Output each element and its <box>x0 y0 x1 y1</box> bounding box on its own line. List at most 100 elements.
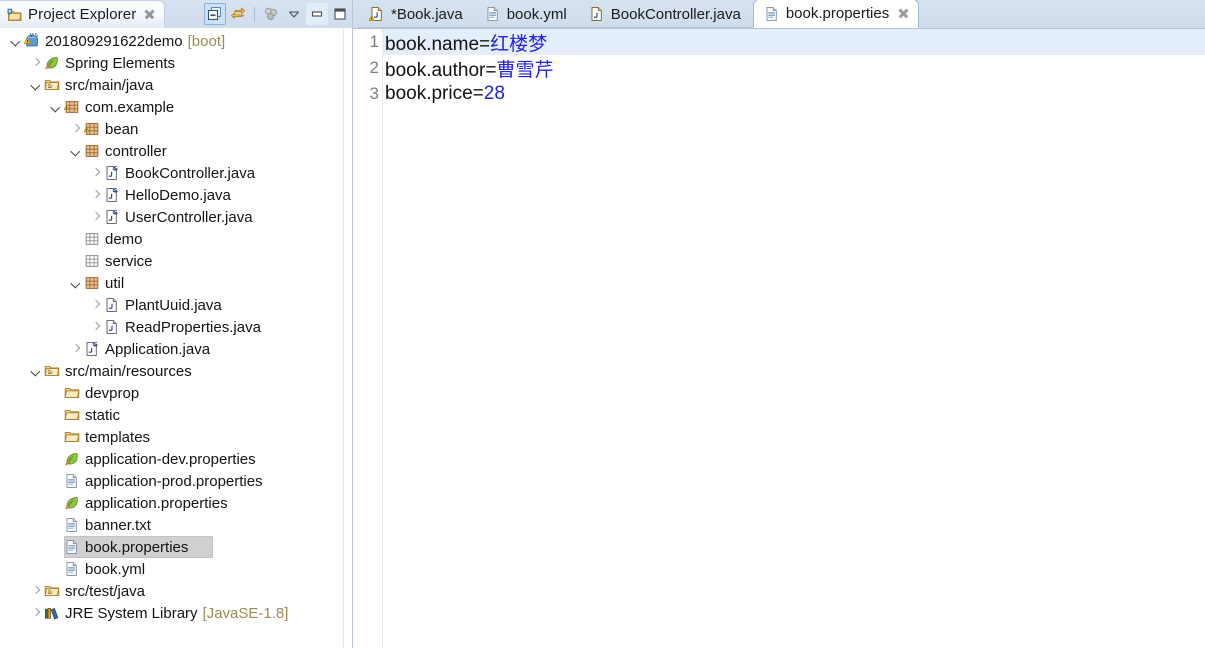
link-with-editor-button[interactable] <box>227 3 249 25</box>
tree-item[interactable]: devprop <box>0 382 353 404</box>
project-tree[interactable]: M S 201809291622demo [boot] Spring Elements s… <box>0 28 353 648</box>
source-folder-icon <box>44 363 60 379</box>
chevron-right-icon[interactable] <box>88 162 104 184</box>
chevron-right-icon[interactable] <box>68 338 84 360</box>
svg-text:S: S <box>35 33 39 39</box>
file-icon <box>64 473 80 489</box>
editor-tab[interactable]: book.yml <box>474 1 579 28</box>
line-number: 2 <box>369 58 379 77</box>
tree-item[interactable]: S BookController.java <box>0 162 353 184</box>
tree-item-label: book.properties <box>85 538 189 556</box>
java-class-spring-icon: S <box>104 209 120 225</box>
code-line[interactable]: 1 book.name=红楼梦 <box>353 29 1205 55</box>
tree-item[interactable]: src/main/java <box>0 74 353 96</box>
tree-item[interactable]: banner.txt <box>0 514 353 536</box>
minimize-view-button[interactable] <box>306 3 328 25</box>
spring-boot-project-icon: MS <box>24 33 40 49</box>
tree-item[interactable]: static <box>0 404 353 426</box>
tree-item-label: templates <box>85 428 151 446</box>
chevron-right-icon[interactable] <box>88 184 104 206</box>
tree-item[interactable]: demo <box>0 228 353 250</box>
tree-item[interactable]: application-dev.properties <box>0 448 353 470</box>
chevron-right-icon[interactable] <box>28 602 44 624</box>
tree-item[interactable]: book.properties <box>0 536 353 558</box>
gutter-separator <box>382 29 383 648</box>
chevron-down-icon[interactable] <box>28 74 44 96</box>
tree-item[interactable]: S Application.java <box>0 338 353 360</box>
tree-item[interactable]: controller <box>0 140 353 162</box>
tree-item[interactable]: bean <box>0 118 353 140</box>
file-icon <box>485 6 501 22</box>
eclipse-workbench: Project Explorer M S 201809291622demo [b… <box>0 0 1205 648</box>
java-class-icon <box>104 297 120 313</box>
view-menu-button[interactable] <box>260 3 282 25</box>
view-dropdown-button[interactable] <box>283 3 305 25</box>
tree-item[interactable]: JRE System Library [JavaSE-1.8] <box>0 602 353 624</box>
code-lines[interactable]: 1 book.name=红楼梦 2 book.author=曹雪芹 3 book.pric… <box>353 29 1205 107</box>
tree-item[interactable]: PlantUuid.java <box>0 294 353 316</box>
tree-item[interactable]: com.example <box>0 96 353 118</box>
tree-item-label: UserController.java <box>125 208 253 226</box>
editor-tabbar: *Book.java book.yml BookController.java boo… <box>353 0 1205 29</box>
chevron-right-icon[interactable] <box>88 206 104 228</box>
chevron-down-icon[interactable] <box>28 360 44 382</box>
tree-arrow-spacer <box>48 404 64 426</box>
tree-item-label: JRE System Library <box>65 604 198 622</box>
tree-arrow-spacer <box>48 536 64 558</box>
tree-item[interactable]: templates <box>0 426 353 448</box>
chevron-right-icon[interactable] <box>88 294 104 316</box>
tree-item-label: Spring Elements <box>65 54 176 72</box>
tree-arrow-spacer <box>68 228 84 250</box>
folder-icon <box>64 385 80 401</box>
editor-tab-label: BookController.java <box>610 5 741 23</box>
project-explorer-tabbar: Project Explorer <box>0 0 353 28</box>
tree-arrow-spacer <box>48 382 64 404</box>
chevron-right-icon[interactable] <box>28 52 44 74</box>
tree-item[interactable]: service <box>0 250 353 272</box>
tree-item[interactable]: application.properties <box>0 492 353 514</box>
chevron-down-icon[interactable] <box>8 30 24 52</box>
tree-item-label: PlantUuid.java <box>125 296 222 314</box>
tree-item[interactable]: M S 201809291622demo [boot] <box>0 30 353 52</box>
project-explorer-toolbar <box>204 0 351 28</box>
close-icon[interactable] <box>897 7 910 20</box>
tree-item-label: application.properties <box>85 494 228 512</box>
tab-project-explorer[interactable]: Project Explorer <box>0 0 166 28</box>
tree-item[interactable]: Spring Elements <box>0 52 353 74</box>
tree-arrow-spacer <box>48 426 64 448</box>
tree-item[interactable]: ReadProperties.java <box>0 316 353 338</box>
editor-tab[interactable]: *Book.java <box>359 1 475 28</box>
package-icon <box>84 275 100 291</box>
file-icon <box>64 539 80 555</box>
editor-tab[interactable]: book.properties <box>752 0 920 28</box>
tree-item-label: 201809291622demo <box>45 32 183 50</box>
property-value: 28 <box>483 83 505 104</box>
chevron-down-icon[interactable] <box>48 96 64 118</box>
close-icon[interactable] <box>143 8 156 21</box>
spring-leaf-icon <box>64 451 80 467</box>
collapse-all-button[interactable] <box>204 3 226 25</box>
tree-item[interactable]: util <box>0 272 353 294</box>
tree-item[interactable]: src/main/resources <box>0 360 353 382</box>
folder-icon <box>64 407 80 423</box>
spring-leaf-icon <box>64 495 80 511</box>
tree-item[interactable]: book.yml <box>0 558 353 580</box>
editor-area: *Book.java book.yml BookController.java boo… <box>353 0 1205 648</box>
chevron-right-icon[interactable] <box>28 580 44 602</box>
code-line[interactable]: 2 book.author=曹雪芹 <box>353 55 1205 81</box>
editor-tab[interactable]: BookController.java <box>578 1 753 28</box>
project-explorer-tab-label: Project Explorer <box>28 6 137 23</box>
svg-text:S: S <box>113 210 118 217</box>
tree-item[interactable]: S UserController.java <box>0 206 353 228</box>
code-line[interactable]: 3 book.price=28 <box>353 81 1205 107</box>
code-editor[interactable]: 1 book.name=红楼梦 2 book.author=曹雪芹 3 book.pric… <box>353 29 1205 648</box>
maximize-view-button[interactable] <box>329 3 351 25</box>
tree-item[interactable]: S HelloDemo.java <box>0 184 353 206</box>
chevron-right-icon[interactable] <box>68 118 84 140</box>
tree-item[interactable]: application-prod.properties <box>0 470 353 492</box>
chevron-down-icon[interactable] <box>68 272 84 294</box>
chevron-right-icon[interactable] <box>88 316 104 338</box>
chevron-down-icon[interactable] <box>68 140 84 162</box>
package-spring-icon <box>84 121 100 137</box>
tree-item[interactable]: src/test/java <box>0 580 353 602</box>
